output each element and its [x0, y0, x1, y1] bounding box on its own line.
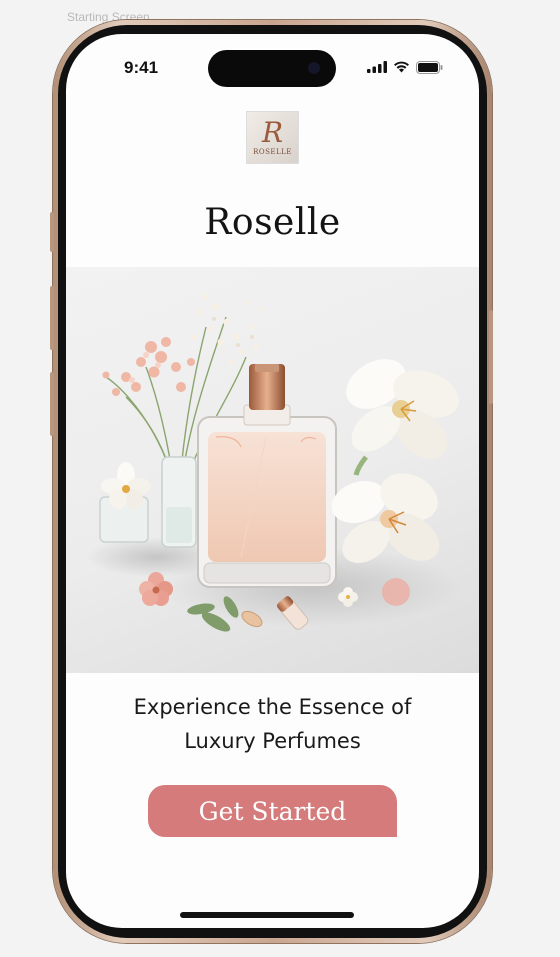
wifi-icon [394, 61, 409, 73]
app-screen: 9:41 R ROSELLE Roselle Experience the Es… [66, 34, 479, 928]
tagline: Experience the Essence of Luxury Perfume… [106, 690, 439, 758]
get-started-button[interactable]: Get Started [148, 785, 397, 837]
logo-monogram: R [261, 116, 284, 149]
brand-logo: R ROSELLE [247, 112, 298, 163]
cellular-signal-icon [367, 61, 387, 73]
tagline-line-1: Experience the Essence of [133, 695, 412, 719]
perfume-illustration [86, 294, 461, 632]
logo-wordmark: ROSELLE [253, 148, 292, 156]
battery-icon [416, 60, 443, 74]
power-button [489, 310, 493, 404]
status-bar: 9:41 [66, 34, 479, 94]
perfume-hero-image [66, 267, 479, 673]
tagline-line-2: Luxury Perfumes [184, 729, 361, 753]
status-time: 9:41 [124, 58, 159, 77]
front-camera-icon [308, 62, 320, 74]
app-title: Roselle [204, 202, 341, 243]
action-button [50, 212, 54, 252]
status-icons [367, 60, 443, 74]
dynamic-island [208, 50, 336, 87]
volume-up-button [50, 286, 54, 350]
volume-down-button [50, 372, 54, 436]
home-indicator[interactable] [180, 912, 354, 918]
